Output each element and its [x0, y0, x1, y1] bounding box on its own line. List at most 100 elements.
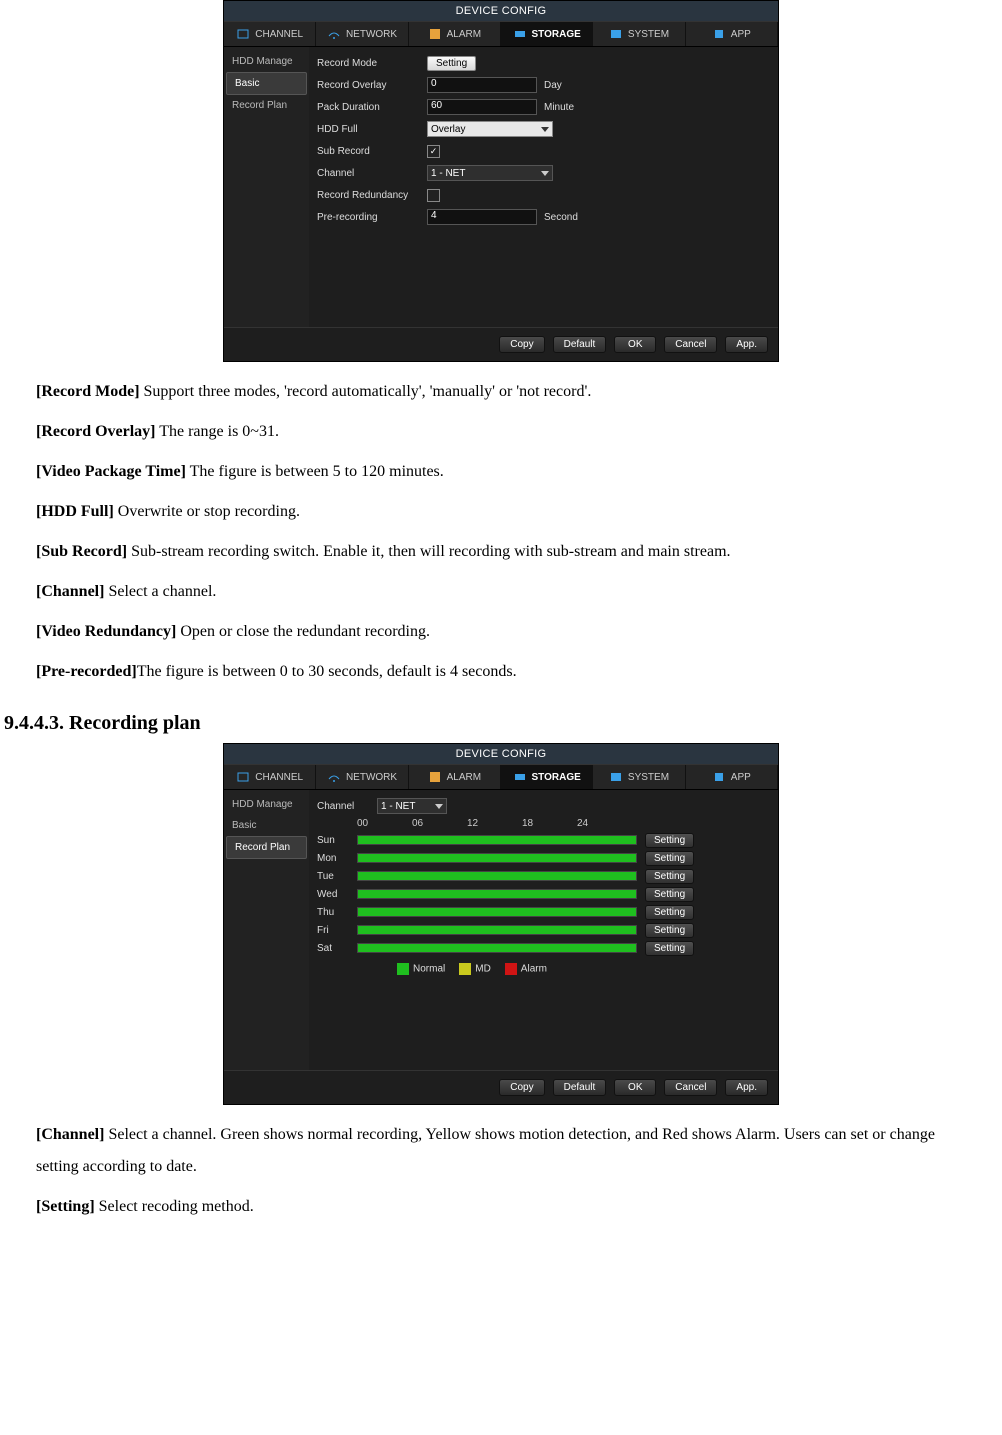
cancel-button[interactable]: Cancel: [664, 336, 717, 353]
tab-system[interactable]: SYSTEM: [593, 765, 685, 789]
tab-alarm[interactable]: ALARM: [409, 765, 501, 789]
desc-term: [Pre-recorded]: [36, 663, 137, 680]
channel-select[interactable]: 1 - NET: [377, 798, 447, 814]
desc-term: [Channel]: [36, 583, 104, 600]
chevron-down-icon: [541, 171, 549, 176]
desc-text: Select a channel.: [104, 583, 216, 600]
schedule-row: Mon Setting: [317, 849, 770, 867]
sidebar-item-hdd-manage[interactable]: HDD Manage: [224, 51, 309, 72]
day-setting-button[interactable]: Setting: [645, 887, 694, 902]
record-mode-setting-button[interactable]: Setting: [427, 56, 476, 71]
desc-term: [Video Redundancy]: [36, 623, 176, 640]
tab-storage[interactable]: STORAGE: [501, 22, 593, 46]
tab-network[interactable]: NETWORK: [316, 22, 408, 46]
select-value: 1 - NET: [431, 168, 465, 179]
tab-system[interactable]: SYSTEM: [593, 22, 685, 46]
label-record-overlay: Record Overlay: [317, 80, 427, 91]
time-tick: 00: [357, 818, 412, 829]
screenshot-basic-storage: DEVICE CONFIG CHANNEL NETWORK ALARM STOR…: [223, 0, 779, 362]
schedule-bar[interactable]: [357, 889, 637, 899]
pack-duration-input[interactable]: 60: [427, 99, 537, 115]
window-title: DEVICE CONFIG: [224, 1, 778, 21]
legend: Normal MD Alarm: [397, 963, 770, 975]
tab-app[interactable]: APP: [686, 22, 778, 46]
schedule-row: SunSetting: [317, 831, 770, 849]
system-icon: [609, 27, 623, 41]
day-label: Sat: [317, 943, 357, 954]
desc-text: Select a channel. Green shows normal rec…: [36, 1126, 935, 1175]
ok-button[interactable]: OK: [614, 336, 656, 353]
sidebar-item-hdd-manage[interactable]: HDD Manage: [224, 794, 309, 815]
schedule-fill-normal: [358, 854, 636, 862]
schedule-row: Sat Setting: [317, 939, 770, 957]
desc-text: The figure is between 0 to 30 seconds, d…: [137, 663, 517, 680]
day-setting-button[interactable]: Setting: [645, 923, 694, 938]
copy-button[interactable]: Copy: [499, 1079, 544, 1096]
schedule-bar[interactable]: [357, 835, 637, 845]
hdd-full-select[interactable]: Overlay: [427, 121, 553, 137]
top-tabs: CHANNEL NETWORK ALARM STORAGE SYSTEM APP: [224, 764, 778, 790]
app-button[interactable]: App.: [725, 1079, 768, 1096]
storage-icon: [513, 770, 527, 784]
tab-label: CHANNEL: [255, 29, 303, 40]
day-setting-button[interactable]: Setting: [645, 833, 694, 848]
pre-recording-input[interactable]: 4: [427, 209, 537, 225]
sidebar-item-basic[interactable]: Basic: [224, 815, 309, 836]
day-setting-button[interactable]: Setting: [645, 869, 694, 884]
schedule-row: TueSetting: [317, 867, 770, 885]
tab-network[interactable]: NETWORK: [316, 765, 408, 789]
sidebar-item-record-plan[interactable]: Record Plan: [226, 836, 307, 859]
schedule-bar[interactable]: [357, 925, 637, 935]
unit-minute: Minute: [544, 102, 574, 113]
schedule-panel: Channel1 - NET 00 06 12 18 24 SunSetting…: [309, 790, 778, 1070]
copy-button[interactable]: Copy: [499, 336, 544, 353]
tab-label: STORAGE: [532, 29, 581, 40]
channel-icon: [236, 770, 250, 784]
day-setting-button[interactable]: Setting: [645, 905, 694, 920]
time-tick: 24: [577, 818, 632, 829]
tab-app[interactable]: APP: [686, 765, 778, 789]
schedule-bar[interactable]: [357, 853, 637, 863]
label-pre-recording: Pre-recording: [317, 212, 427, 223]
app-button[interactable]: App.: [725, 336, 768, 353]
record-redundancy-checkbox[interactable]: [427, 189, 440, 202]
dialog-footer: Copy Default OK Cancel App.: [224, 327, 778, 361]
schedule-fill-normal: [358, 944, 636, 952]
description-block-1: [Record Mode] Support three modes, 'reco…: [0, 362, 1002, 688]
record-overlay-input[interactable]: 0: [427, 77, 537, 93]
desc-text: Select recoding method.: [95, 1198, 254, 1215]
schedule-bar[interactable]: [357, 871, 637, 881]
sidebar: HDD Manage Basic Record Plan: [224, 790, 309, 1070]
desc-term: [HDD Full]: [36, 503, 114, 520]
desc-term: [Record Overlay]: [36, 423, 156, 440]
label-channel: Channel: [317, 168, 427, 179]
default-button[interactable]: Default: [553, 1079, 607, 1096]
sidebar-item-record-plan[interactable]: Record Plan: [224, 95, 309, 116]
tab-channel[interactable]: CHANNEL: [224, 765, 316, 789]
day-label: Mon: [317, 853, 357, 864]
wifi-icon: [327, 770, 341, 784]
ok-button[interactable]: OK: [614, 1079, 656, 1096]
channel-select[interactable]: 1 - NET: [427, 165, 553, 181]
tab-label: CHANNEL: [255, 772, 303, 783]
window-title: DEVICE CONFIG: [224, 744, 778, 764]
sub-record-checkbox[interactable]: [427, 145, 440, 158]
desc-text: The range is 0~31.: [156, 423, 279, 440]
tab-alarm[interactable]: ALARM: [409, 22, 501, 46]
tab-channel[interactable]: CHANNEL: [224, 22, 316, 46]
sidebar-item-basic[interactable]: Basic: [226, 72, 307, 95]
day-setting-button[interactable]: Setting: [645, 941, 694, 956]
tab-label: NETWORK: [346, 29, 397, 40]
tab-label: SYSTEM: [628, 772, 669, 783]
schedule-bar[interactable]: [357, 907, 637, 917]
legend-swatch-normal: [397, 963, 409, 975]
tab-storage[interactable]: STORAGE: [501, 765, 593, 789]
day-setting-button[interactable]: Setting: [645, 851, 694, 866]
cancel-button[interactable]: Cancel: [664, 1079, 717, 1096]
desc-text: Overwrite or stop recording.: [114, 503, 300, 520]
default-button[interactable]: Default: [553, 336, 607, 353]
label-record-mode: Record Mode: [317, 58, 427, 69]
app-icon: [712, 770, 726, 784]
schedule-bar[interactable]: [357, 943, 637, 953]
storage-icon: [513, 27, 527, 41]
